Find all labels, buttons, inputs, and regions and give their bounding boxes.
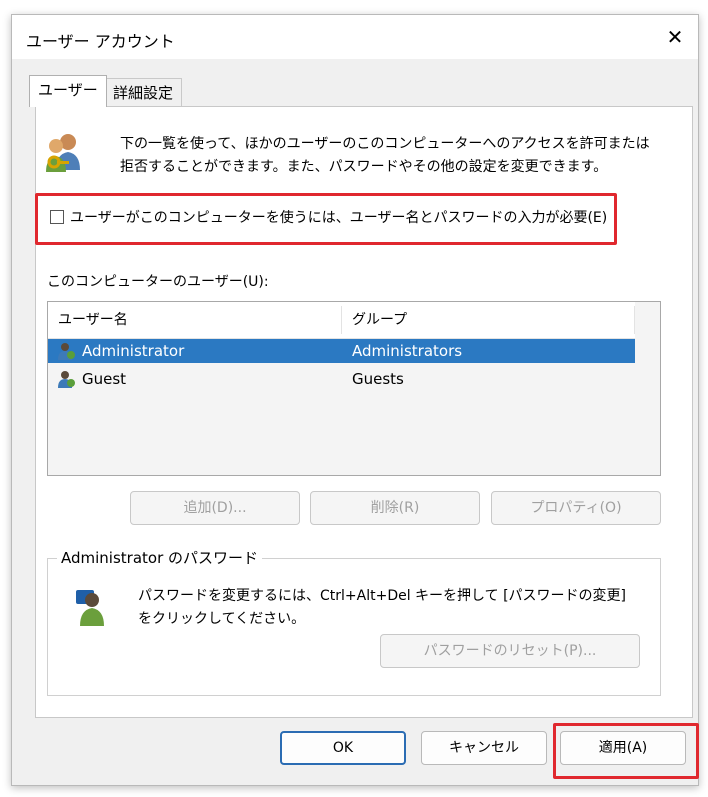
password-info-line-2: をクリックしてください。 <box>138 611 306 627</box>
user-accounts-dialog: ユーザー アカウント ✕ ユーザー 詳細設定 下の一覧を使って、ほかのユーザーの… <box>11 14 699 786</box>
window-title: ユーザー アカウント <box>26 32 175 51</box>
password-info-line-1: パスワードを変更するには、Ctrl+Alt+Del キーを押して [パスワードの… <box>138 588 627 604</box>
remove-user-button[interactable]: 削除(R) <box>310 491 480 525</box>
cancel-button[interactable]: キャンセル <box>421 731 547 765</box>
user-icon <box>58 343 75 360</box>
tab-users[interactable]: ユーザー <box>29 75 107 107</box>
row-group: Administrators <box>352 342 463 360</box>
tab-advanced[interactable]: 詳細設定 <box>104 78 183 106</box>
column-separator[interactable] <box>634 306 635 334</box>
ok-button[interactable]: OK <box>280 731 406 765</box>
users-keys-icon <box>46 134 80 172</box>
users-listview[interactable]: ユーザー名 グループ Administrator Administrators … <box>47 301 661 476</box>
add-user-button[interactable]: 追加(D)... <box>130 491 300 525</box>
reset-password-button[interactable]: パスワードのリセット(P)... <box>380 634 640 668</box>
apply-button[interactable]: 適用(A) <box>560 731 686 765</box>
column-header-username[interactable]: ユーザー名 <box>48 302 341 338</box>
title-bar: ユーザー アカウント ✕ <box>12 15 698 59</box>
close-icon[interactable]: ✕ <box>660 23 690 51</box>
intro-line-2: 拒否することができます。また、パスワードやその他の設定を変更できます。 <box>120 159 608 175</box>
properties-button[interactable]: プロパティ(O) <box>491 491 661 525</box>
row-username: Administrator <box>82 342 185 360</box>
require-password-label[interactable]: ユーザーがこのコンピューターを使うには、ユーザー名とパスワードの入力が必要(E) <box>70 207 607 227</box>
user-icon <box>58 371 75 388</box>
row-username: Guest <box>82 370 127 388</box>
user-key-icon <box>76 590 104 626</box>
list-header: ユーザー名 グループ <box>48 302 635 339</box>
users-list-caption: このコンピューターのユーザー(U): <box>47 274 269 290</box>
password-group-title: Administrator のパスワード <box>57 547 263 568</box>
table-row[interactable]: Guest Guests <box>48 367 635 391</box>
row-group: Guests <box>352 370 404 388</box>
require-password-checkbox[interactable] <box>50 210 64 224</box>
column-header-group[interactable]: グループ <box>342 302 635 338</box>
intro-line-1: 下の一覧を使って、ほかのユーザーのこのコンピューターへのアクセスを許可または <box>120 136 650 152</box>
table-row[interactable]: Administrator Administrators <box>48 339 635 363</box>
